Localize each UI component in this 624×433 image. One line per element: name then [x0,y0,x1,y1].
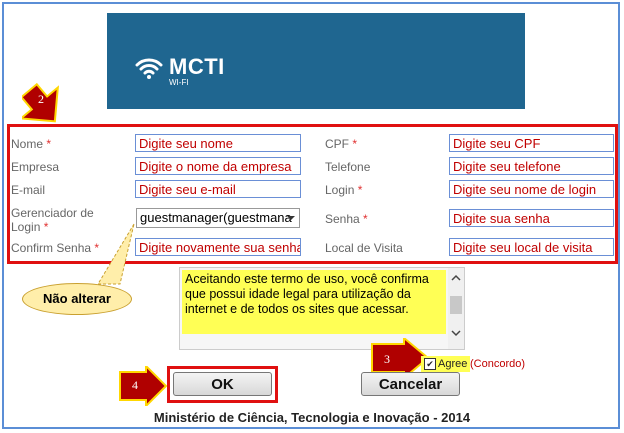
scroll-thumb[interactable] [450,296,462,314]
terms-scrollbar[interactable] [448,268,464,349]
senha-input[interactable]: Digite sua senha [449,209,614,227]
concordo-note: (Concordo) [470,358,526,370]
confirm-senha-input[interactable]: Digite novamente sua senha [135,238,301,256]
telefone-input[interactable]: Digite seu telefone [449,157,614,175]
email-input[interactable]: Digite seu e-mail [135,180,301,198]
nome-input[interactable]: Digite seu nome [135,134,301,152]
cancel-button[interactable]: Cancelar [361,372,460,396]
cpf-input[interactable]: Digite seu CPF [449,134,614,152]
email-label: E-mail [11,183,46,197]
senha-label: Senha * [325,212,368,226]
terms-text: Aceitando este termo de uso, você confir… [182,270,446,334]
chevron-down-icon [287,216,295,220]
agree-checkbox-wrap[interactable]: ✔ Agree [421,356,471,372]
nao-alterar-callout: Não alterar [22,283,132,315]
footer-text: Ministério de Ciência, Tecnologia e Inov… [153,410,471,425]
scroll-up-icon[interactable] [451,274,461,281]
local-visita-input[interactable]: Digite seu local de visita [449,238,614,256]
step-4-badge: 4 [132,378,138,392]
agree-label: Agree [438,358,468,370]
brand-subtitle: WI-FI [169,78,189,87]
nome-label: Nome * [11,137,52,151]
login-label: Login * [325,183,363,197]
agree-checkbox[interactable]: ✔ [424,358,436,371]
login-input[interactable]: Digite seu nome de login [449,180,614,198]
wifi-icon [135,58,163,79]
empresa-input[interactable]: Digite o nome da empresa [135,157,301,175]
step-3-badge: 3 [384,352,390,366]
callout-pointer [97,223,135,285]
empresa-label: Empresa [11,160,60,174]
scroll-down-icon[interactable] [451,330,461,337]
brand-logo-text: MCTI [169,54,225,79]
step-2-badge: 2 [38,92,44,106]
ok-button[interactable]: OK [173,372,272,396]
local-visita-label: Local de Visita [325,241,403,255]
gerenciador-select[interactable]: guestmanager(guestmana [136,208,300,228]
telefone-label: Telefone [325,160,371,174]
mcti-banner: MCTI WI-FI [107,13,525,109]
cpf-label: CPF * [325,137,358,151]
